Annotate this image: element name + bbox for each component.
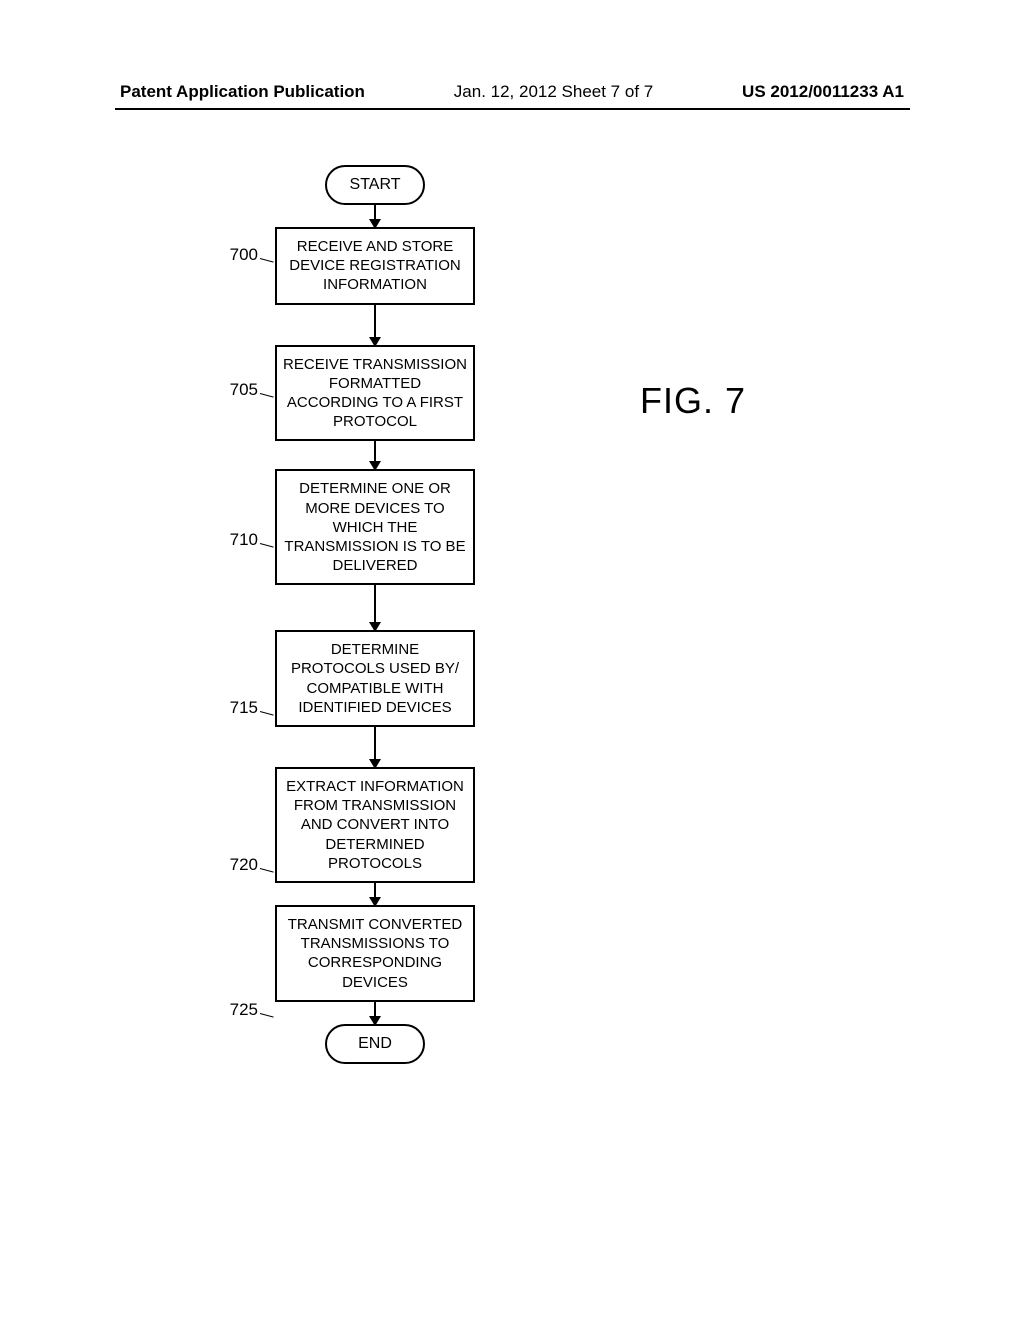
end-label: END bbox=[358, 1035, 392, 1053]
step-705-text: RECEIVE TRANSMISSION FORMATTED ACCORDING… bbox=[283, 356, 467, 431]
start-label: START bbox=[350, 176, 401, 194]
ref-710: 710 bbox=[208, 530, 258, 550]
step-705-box: RECEIVE TRANSMISSION FORMATTED ACCORDING… bbox=[275, 345, 475, 442]
ref-720: 720 bbox=[208, 855, 258, 875]
arrow-icon bbox=[374, 305, 376, 345]
header-rule bbox=[115, 108, 910, 110]
end-terminator: END bbox=[325, 1024, 425, 1064]
ref-715: 715 bbox=[208, 698, 258, 718]
arrow-icon bbox=[374, 883, 376, 905]
step-720-text: EXTRACT INFORMATION FROM TRANSMISSION AN… bbox=[286, 778, 464, 872]
figure-label: FIG. 7 bbox=[640, 380, 746, 422]
arrow-icon bbox=[374, 1002, 376, 1024]
arrow-icon bbox=[374, 727, 376, 767]
header-date-sheet: Jan. 12, 2012 Sheet 7 of 7 bbox=[454, 82, 653, 102]
step-725-box: TRANSMIT CONVERTED TRANSMISSIONS TO CORR… bbox=[275, 905, 475, 1002]
step-725-text: TRANSMIT CONVERTED TRANSMISSIONS TO CORR… bbox=[288, 916, 462, 991]
arrow-icon bbox=[374, 585, 376, 630]
start-terminator: START bbox=[325, 165, 425, 205]
ref-725: 725 bbox=[208, 1000, 258, 1020]
flowchart: START RECEIVE AND STORE DEVICE REGISTRAT… bbox=[265, 165, 485, 1064]
header-pubnumber: US 2012/0011233 A1 bbox=[742, 82, 904, 102]
step-710-text: DETERMINE ONE OR MORE DEVICES TO WHICH T… bbox=[284, 480, 465, 574]
arrow-icon bbox=[374, 441, 376, 469]
page-header: Patent Application Publication Jan. 12, … bbox=[0, 82, 1024, 102]
ref-705: 705 bbox=[208, 380, 258, 400]
arrow-icon bbox=[374, 205, 376, 227]
step-700-box: RECEIVE AND STORE DEVICE REGISTRATION IN… bbox=[275, 227, 475, 305]
step-720-box: EXTRACT INFORMATION FROM TRANSMISSION AN… bbox=[275, 767, 475, 883]
step-715-box: DETERMINE PROTOCOLS USED BY/ COMPATIBLE … bbox=[275, 630, 475, 727]
step-715-text: DETERMINE PROTOCOLS USED BY/ COMPATIBLE … bbox=[291, 641, 459, 716]
ref-700: 700 bbox=[208, 245, 258, 265]
step-700-text: RECEIVE AND STORE DEVICE REGISTRATION IN… bbox=[289, 238, 460, 293]
step-710-box: DETERMINE ONE OR MORE DEVICES TO WHICH T… bbox=[275, 469, 475, 585]
header-publication: Patent Application Publication bbox=[120, 82, 365, 102]
